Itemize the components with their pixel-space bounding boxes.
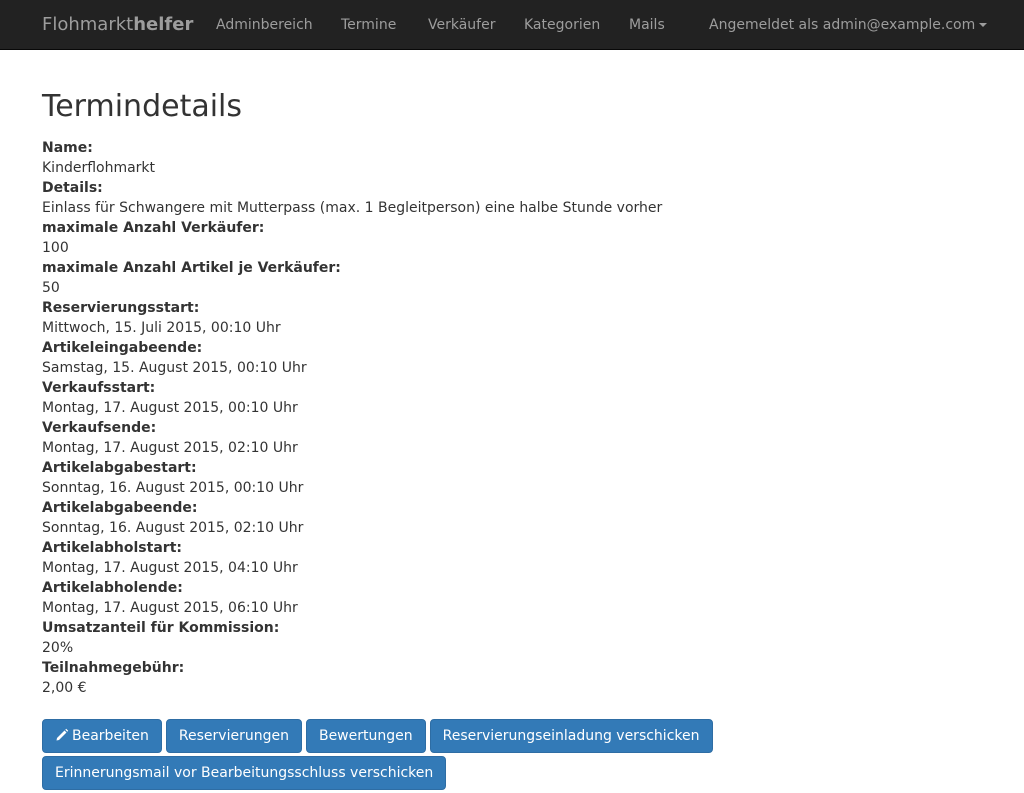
- detail-value-dropoff-end: Sonntag, 16. August 2015, 02:10 Uhr: [42, 520, 304, 536]
- edit-button[interactable]: Bearbeiten: [42, 719, 162, 753]
- detail-label-dropoff-start: Artikelabgabestart:: [42, 460, 197, 476]
- brand-name-bold: helfer: [133, 14, 194, 35]
- detail-value-dropoff-start: Sonntag, 16. August 2015, 00:10 Uhr: [42, 480, 304, 496]
- main-content: Termindetails Name: Kinderflohmarkt Deta…: [42, 80, 982, 793]
- detail-value-max-sellers: 100: [42, 240, 69, 256]
- brand-name-light: Flohmarkt: [42, 14, 134, 35]
- detail-value-sale-start: Montag, 17. August 2015, 00:10 Uhr: [42, 400, 298, 416]
- detail-value-details: Einlass für Schwangere mit Mutterpass (m…: [42, 200, 663, 216]
- nav-item-kategorien[interactable]: Kategorien: [524, 15, 600, 35]
- detail-value-commission: 20%: [42, 640, 74, 656]
- detail-label-fee: Teilnahmegebühr:: [42, 660, 185, 676]
- detail-value-fee: 2,00 €: [42, 680, 87, 696]
- nav-item-termine[interactable]: Termine: [341, 15, 396, 35]
- detail-label-max-items: maximale Anzahl Artikel je Verkäufer:: [42, 260, 341, 276]
- detail-label-item-entry-end: Artikeleingabeende:: [42, 340, 203, 356]
- edit-button-label: Bearbeiten: [72, 728, 149, 744]
- detail-label-details: Details:: [42, 180, 103, 196]
- ratings-button[interactable]: Bewertungen: [305, 719, 426, 753]
- nav-item-mails[interactable]: Mails: [629, 15, 665, 35]
- send-reminder-button[interactable]: Erinnerungsmail vor Bearbeitungsschluss …: [42, 756, 447, 790]
- detail-value-item-entry-end: Samstag, 15. August 2015, 00:10 Uhr: [42, 360, 307, 376]
- detail-label-name: Name:: [42, 140, 93, 156]
- detail-value-reservation-start: Mittwoch, 15. Juli 2015, 00:10 Uhr: [42, 320, 281, 336]
- detail-label-pickup-end: Artikelabholende:: [42, 580, 183, 596]
- detail-value-sale-end: Montag, 17. August 2015, 02:10 Uhr: [42, 440, 298, 456]
- detail-label-sale-end: Verkaufsende:: [42, 420, 157, 436]
- pencil-icon: [56, 728, 69, 741]
- user-menu-dropdown[interactable]: Angemeldet als admin@example.com: [709, 15, 988, 35]
- top-navbar: Flohmarkthelfer Adminbereich Termine Ver…: [0, 0, 1024, 50]
- action-buttons: Bearbeiten Reservierungen Bewertungen Reser…: [42, 719, 762, 793]
- reservations-button[interactable]: Reservierungen: [165, 719, 302, 753]
- user-menu-label: Angemeldet als admin@example.com: [709, 17, 976, 33]
- page-title: Termindetails: [42, 89, 243, 124]
- event-details-list: Name: Kinderflohmarkt Details: Einlass f…: [42, 138, 982, 698]
- detail-label-pickup-start: Artikelabholstart:: [42, 540, 182, 556]
- detail-label-commission: Umsatzanteil für Kommission:: [42, 620, 280, 636]
- detail-value-pickup-end: Montag, 17. August 2015, 06:10 Uhr: [42, 600, 298, 616]
- detail-value-name: Kinderflohmarkt: [42, 160, 156, 176]
- nav-item-adminbereich[interactable]: Adminbereich: [216, 15, 313, 35]
- caret-down-icon: [979, 23, 988, 27]
- nav-item-verkaeufer[interactable]: Verkäufer: [428, 15, 495, 35]
- brand-logo[interactable]: Flohmarkthelfer: [42, 13, 193, 37]
- detail-label-reservation-start: Reservierungsstart:: [42, 300, 200, 316]
- detail-value-pickup-start: Montag, 17. August 2015, 04:10 Uhr: [42, 560, 298, 576]
- detail-label-sale-start: Verkaufsstart:: [42, 380, 156, 396]
- send-invitation-button[interactable]: Reservierungseinladung verschicken: [429, 719, 713, 753]
- detail-label-max-sellers: maximale Anzahl Verkäufer:: [42, 220, 265, 236]
- detail-value-max-items: 50: [42, 280, 60, 296]
- detail-label-dropoff-end: Artikelabgabeende:: [42, 500, 198, 516]
